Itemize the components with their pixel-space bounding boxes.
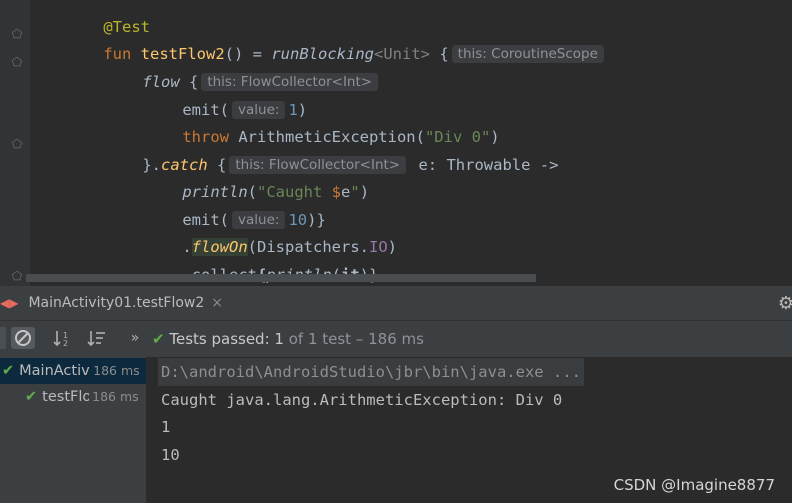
status-suffix: of 1 test – 186 ms bbox=[283, 330, 424, 348]
console-line: 1 bbox=[161, 418, 171, 436]
code-generic: <Unit> bbox=[374, 45, 430, 63]
test-status: ✔ Tests passed: 1 of 1 test – 186 ms bbox=[152, 321, 424, 357]
code-line-throw: throw ArithmeticException("Div 0") bbox=[145, 104, 499, 146]
code-text: ) bbox=[387, 238, 398, 256]
test-tree: ✔MainActivity01186 ms ✔testFlow2186 ms bbox=[0, 357, 146, 503]
console-line: Caught java.lang.ArithmeticException: Di… bbox=[161, 391, 563, 409]
tree-item-duration: 186 ms bbox=[93, 363, 140, 378]
no-entry-icon bbox=[15, 330, 31, 346]
code-line-annotation: @Test bbox=[66, 0, 150, 36]
code-line-collect: .collect{println(it)} bbox=[145, 242, 378, 284]
check-icon: ✔ bbox=[25, 389, 38, 405]
test-toolbar: 1 2 » ✔ Tests passed: 1 of 1 test – 186 … bbox=[0, 321, 792, 358]
close-tab-icon[interactable]: × bbox=[211, 295, 223, 311]
fold-marker-icon[interactable]: ⬠ bbox=[10, 269, 24, 283]
check-icon: ✔ bbox=[152, 330, 165, 348]
sort-alpha-icon: 1 2 bbox=[53, 331, 68, 348]
status-count: 1 bbox=[274, 330, 284, 348]
code-template: $ bbox=[331, 183, 341, 201]
code-line-flow: flow {this: FlowCollector<Int> bbox=[105, 49, 381, 91]
sort-alphabetically-button[interactable]: 1 2 bbox=[52, 327, 74, 349]
run-tab-label: MainActivity01.testFlow2 bbox=[28, 295, 205, 311]
code-line-println: println("Caught $e") bbox=[145, 159, 369, 201]
code-line-flowon: .flowOn(Dispatchers.IO) bbox=[145, 214, 397, 256]
more-actions-button[interactable]: » bbox=[127, 327, 143, 349]
code-line-catch: }.catch {this: FlowCollector<Int> e: Thr… bbox=[105, 132, 558, 174]
horizontal-scrollbar[interactable] bbox=[26, 274, 536, 282]
code-line-fun: fun testFlow2() = runBlocking<Unit> {thi… bbox=[66, 21, 607, 63]
code-line-emit: emit(value: 10)} bbox=[145, 187, 326, 229]
tree-item-method[interactable]: ✔testFlow2186 ms bbox=[0, 384, 146, 410]
code-line-emit: emit(value: 1) bbox=[145, 77, 307, 119]
code-brace: { bbox=[430, 45, 449, 63]
fold-marker-icon[interactable]: ⬠ bbox=[10, 55, 24, 69]
tree-item-label: testFlow2 bbox=[42, 389, 90, 405]
svg-text:2: 2 bbox=[63, 339, 68, 348]
tree-item-class[interactable]: ✔MainActivity01186 ms bbox=[0, 358, 146, 384]
watermark: CSDN @Imagine8877 bbox=[613, 476, 775, 494]
tree-item-duration: 186 ms bbox=[92, 389, 139, 404]
show-ignored-toggle[interactable] bbox=[11, 327, 35, 349]
console-line-command[interactable]: D:\android\AndroidStudio\jbr\bin\java.ex… bbox=[158, 358, 584, 386]
editor-gutter: ⬠ ⬠ ⬠ ⬠ bbox=[0, 0, 30, 286]
sort-by-duration-button[interactable] bbox=[86, 327, 108, 349]
rerun-button[interactable] bbox=[0, 327, 6, 349]
console-line: 10 bbox=[161, 446, 180, 464]
code-editor[interactable]: ⬠ ⬠ ⬠ ⬠ @Test fun testFlow2() = runBlock… bbox=[0, 0, 792, 286]
code-text: ) bbox=[359, 183, 370, 201]
code-string: " bbox=[350, 183, 360, 201]
run-tab[interactable]: ◀▶ MainActivity01.testFlow2 × bbox=[0, 286, 223, 320]
fold-marker-icon[interactable]: ⬠ bbox=[10, 137, 24, 151]
code-variable: e bbox=[341, 183, 351, 201]
run-panel-header: ◀▶ MainActivity01.testFlow2 × ⚙ bbox=[0, 286, 792, 321]
check-icon: ✔ bbox=[2, 363, 15, 379]
fold-marker-icon[interactable]: ⬠ bbox=[10, 27, 24, 41]
run-config-icon: ◀▶ bbox=[0, 296, 19, 310]
gear-icon[interactable]: ⚙ bbox=[778, 293, 792, 314]
code-text: e: Throwable -> bbox=[418, 156, 559, 174]
inlay-hint: this: CoroutineScope bbox=[451, 45, 604, 63]
tree-item-label: MainActivity01 bbox=[19, 363, 90, 379]
sort-duration-icon bbox=[87, 331, 105, 347]
status-prefix: Tests passed: bbox=[169, 330, 275, 348]
